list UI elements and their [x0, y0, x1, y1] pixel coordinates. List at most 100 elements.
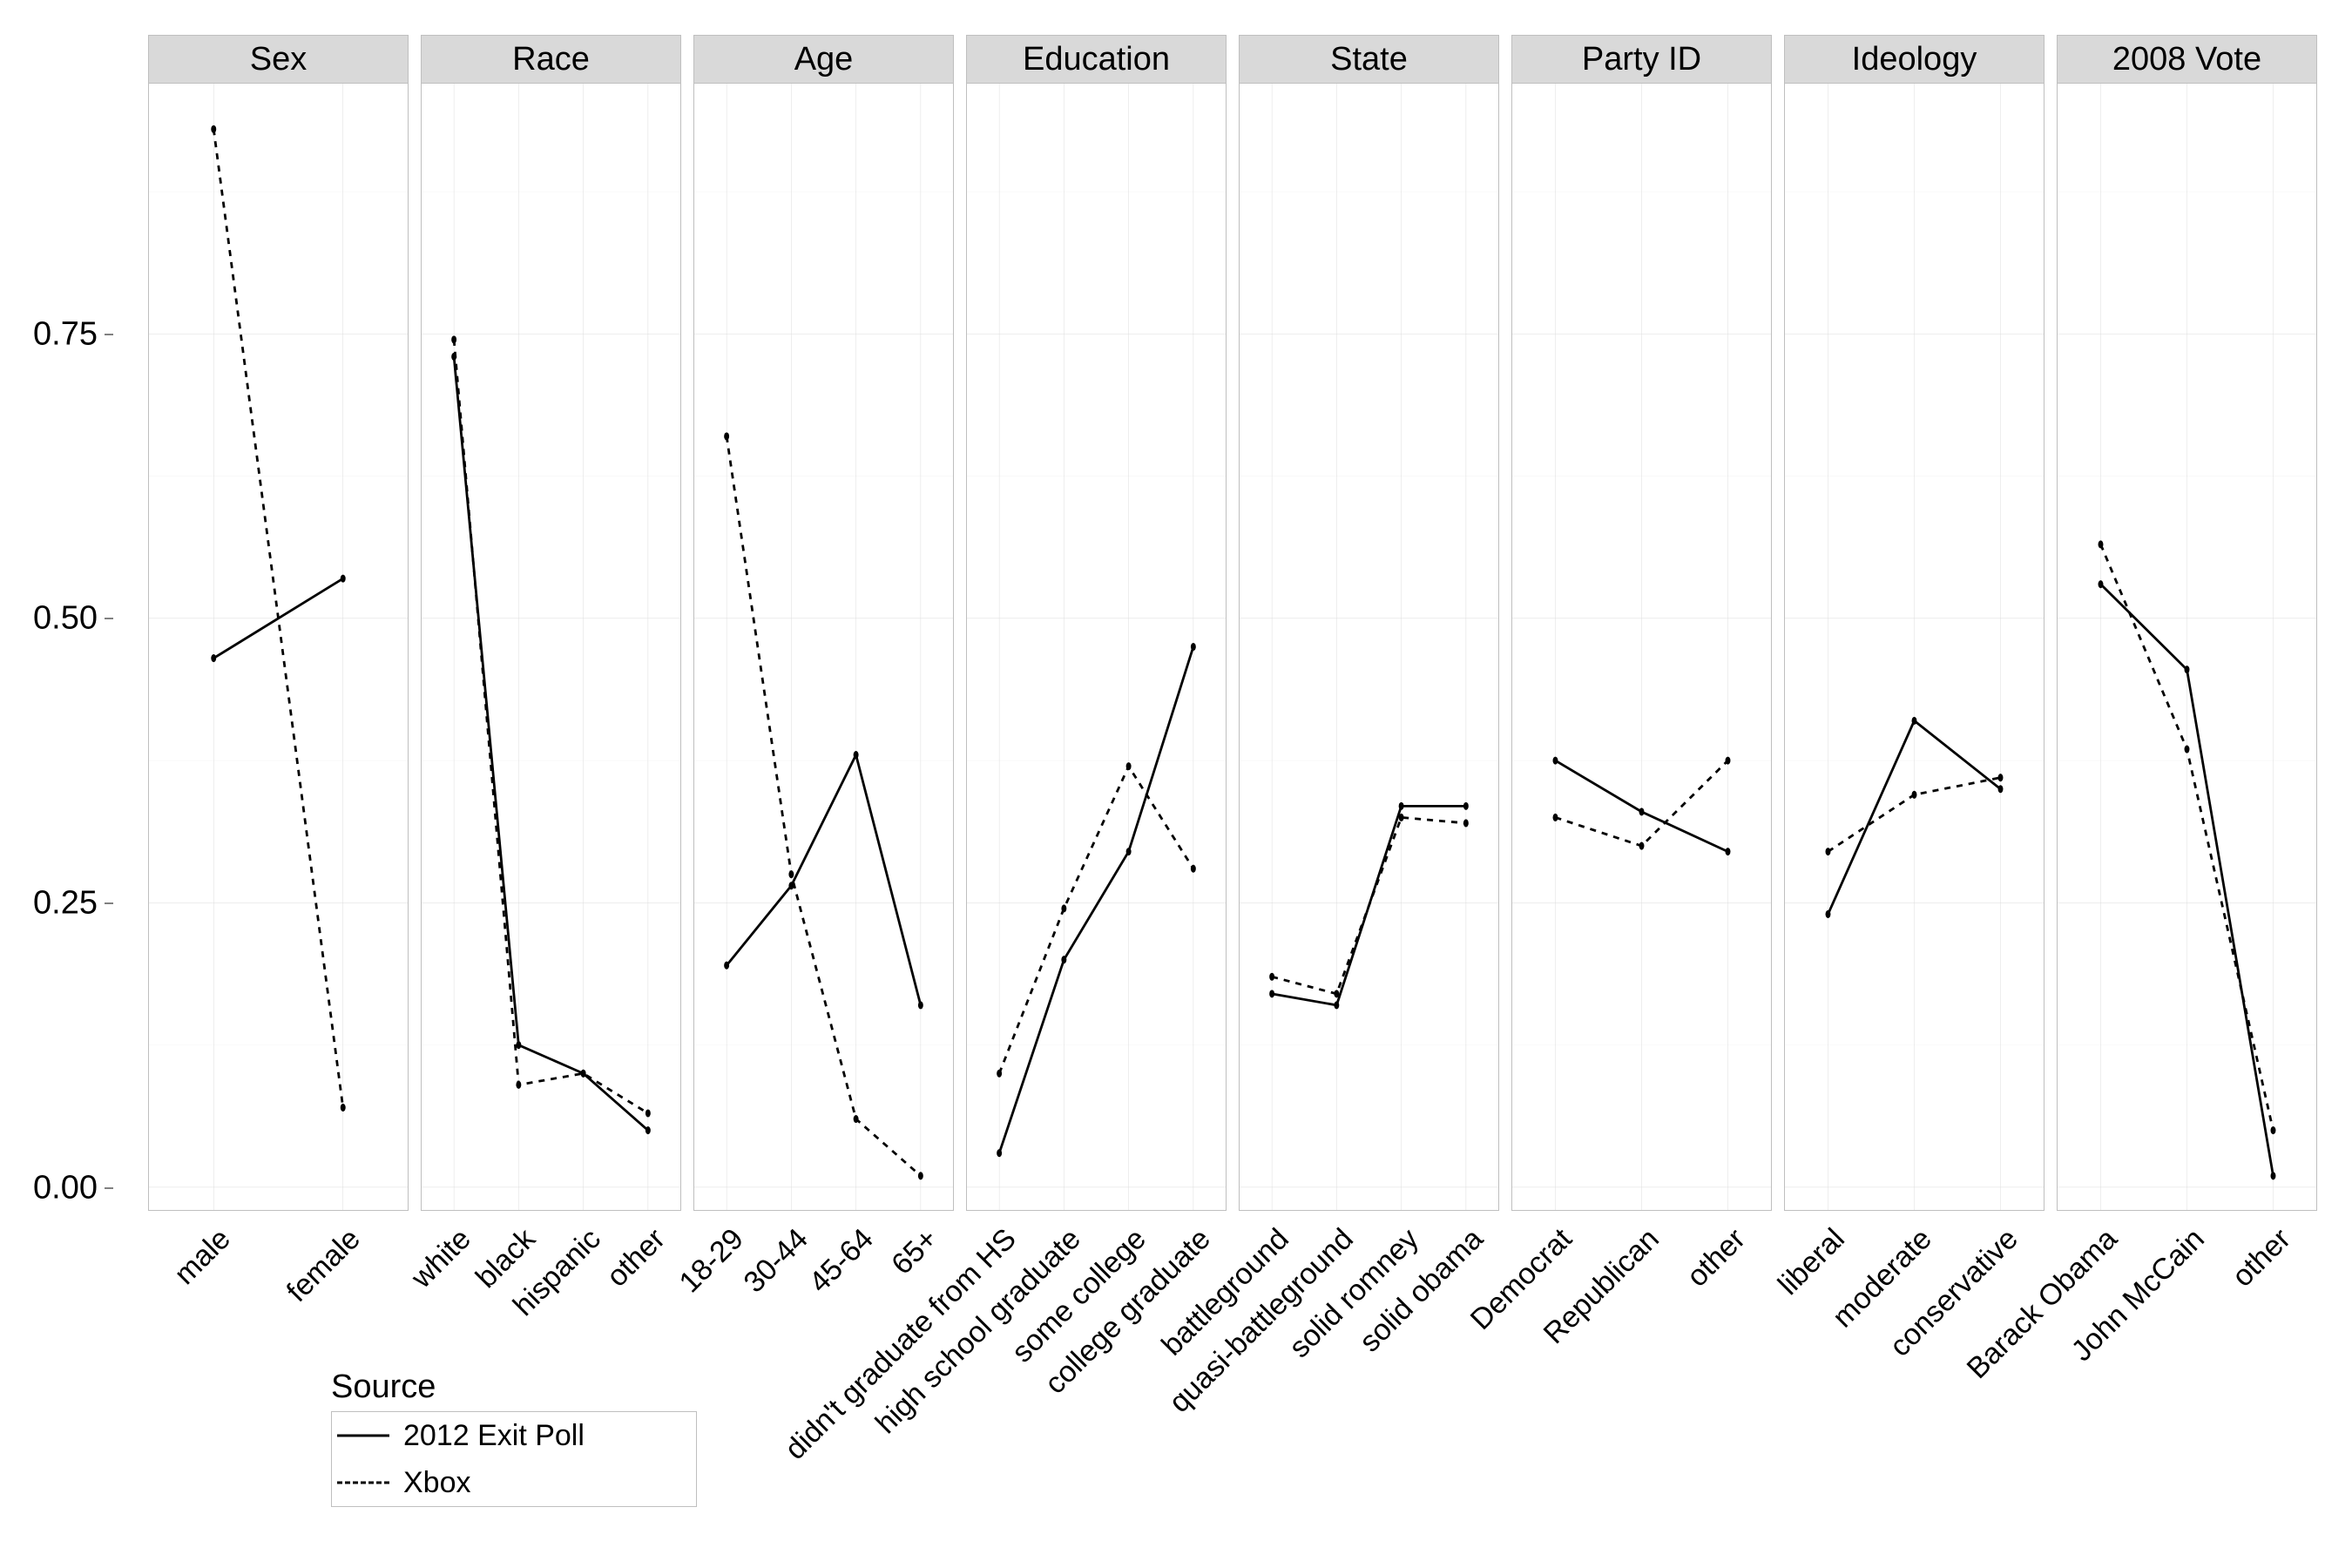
series-point	[1912, 791, 1917, 799]
y-tick-mark	[105, 902, 113, 904]
x-ticks: Barack ObamaJohn McCainother	[2058, 1210, 2316, 1506]
legend-swatch	[332, 1459, 395, 1506]
series-point	[645, 1109, 651, 1117]
series-point	[1553, 757, 1558, 765]
panel: Ideologyliberalmoderateconservative	[1784, 35, 2044, 1211]
series-point	[724, 432, 729, 440]
facet-strip: Age	[693, 35, 954, 84]
panel-plot	[1512, 84, 1771, 1210]
series-point	[1726, 757, 1731, 765]
series-point	[341, 1104, 346, 1112]
panel-plot	[422, 84, 680, 1210]
series-point	[788, 870, 794, 878]
x-tick-label: other	[1680, 1222, 1752, 1294]
series-point	[516, 1081, 521, 1089]
series-point	[211, 654, 216, 662]
series-point	[1639, 842, 1645, 850]
series-point	[581, 1070, 586, 1078]
series-point	[1399, 814, 1404, 821]
y-tick-mark	[105, 1187, 113, 1189]
series-point	[1191, 643, 1196, 651]
panel: Racewhiteblackhispanicother	[421, 35, 681, 1211]
facet-strip: Sex	[148, 35, 409, 84]
x-tick-label: other	[2226, 1222, 2297, 1294]
legend-title: Source	[331, 1369, 697, 1406]
legend: Source 2012 Exit Poll Xbox	[331, 1369, 697, 1507]
series-point	[1639, 808, 1645, 815]
panel-plot	[2058, 84, 2316, 1210]
series-point	[2271, 1172, 2276, 1179]
series-point	[997, 1070, 1002, 1078]
series-point	[2185, 666, 2190, 673]
panels-row: SexmalefemaleRacewhiteblackhispanicother…	[35, 35, 2317, 1211]
series-point	[1334, 1001, 1339, 1009]
series-point	[854, 751, 859, 759]
series-point	[2185, 746, 2190, 754]
y-axis: 0.00 0.25 0.50 0.75	[0, 35, 113, 1211]
panel: Age18-2930-4445-6465+	[693, 35, 954, 1211]
series-point	[2099, 580, 2104, 588]
series-point	[1463, 819, 1469, 827]
series-line-xbox	[727, 436, 921, 1176]
y-tick-label: 0.00	[33, 1169, 98, 1206]
series-point	[1061, 904, 1066, 912]
panel-plot	[149, 84, 408, 1210]
series-point	[1912, 717, 1917, 725]
series-point	[1191, 865, 1196, 873]
series-point	[451, 335, 456, 343]
series-line-exit	[999, 647, 1193, 1153]
panel-body: malefemale	[148, 84, 409, 1211]
facet-strip: Education	[966, 35, 1227, 84]
panel: Sexmalefemale	[148, 35, 409, 1211]
panel-body: 18-2930-4445-6465+	[693, 84, 954, 1211]
series-point	[1334, 990, 1339, 997]
legend-swatch	[332, 1412, 395, 1459]
series-point	[1061, 956, 1066, 963]
panel-plot	[967, 84, 1226, 1210]
legend-item: Xbox	[332, 1459, 696, 1506]
y-tick-label: 0.25	[33, 885, 98, 923]
x-tick-label: 45-64	[802, 1222, 880, 1300]
x-tick-label: male	[168, 1222, 238, 1292]
series-point	[918, 1001, 923, 1009]
series-point	[724, 962, 729, 970]
panel-body: Barack ObamaJohn McCainother	[2057, 84, 2317, 1211]
series-point	[1463, 802, 1469, 810]
series-point	[645, 1126, 651, 1134]
series-point	[211, 125, 216, 133]
legend-label: 2012 Exit Poll	[403, 1419, 585, 1453]
x-ticks: battlegroundquasi-battlegroundsolid romn…	[1240, 1210, 1498, 1506]
series-point	[1998, 785, 2004, 793]
panel: Statebattlegroundquasi-battlegroundsolid…	[1239, 35, 1499, 1211]
series-line-xbox	[999, 767, 1193, 1074]
panel-plot	[694, 84, 953, 1210]
x-tick-label: liberal	[1772, 1222, 1852, 1302]
series-point	[341, 575, 346, 583]
facet-strip: Ideology	[1784, 35, 2044, 84]
series-point	[1269, 990, 1274, 997]
y-tick-label: 0.75	[33, 315, 98, 353]
panel: Party IDDemocratRepublicanother	[1511, 35, 1772, 1211]
series-point	[1726, 848, 1731, 855]
panel-plot	[1240, 84, 1498, 1210]
series-line-xbox	[1272, 817, 1466, 993]
facet-strip: Party ID	[1511, 35, 1772, 84]
series-point	[1826, 848, 1831, 855]
y-tick-label: 0.50	[33, 600, 98, 638]
y-tick-mark	[105, 618, 113, 619]
series-point	[854, 1115, 859, 1123]
x-tick-label: 18-29	[673, 1222, 751, 1300]
series-line-exit	[454, 356, 648, 1130]
series-point	[997, 1149, 1002, 1157]
x-ticks: didn't graduate from HShigh school gradu…	[967, 1210, 1226, 1506]
panel-body: liberalmoderateconservative	[1784, 84, 2044, 1211]
legend-items: 2012 Exit Poll Xbox	[331, 1411, 697, 1507]
series-point	[1553, 814, 1558, 821]
series-line-xbox	[454, 340, 648, 1113]
panel: Educationdidn't graduate from HShigh sch…	[966, 35, 1227, 1211]
panel-body: didn't graduate from HShigh school gradu…	[966, 84, 1227, 1211]
y-tick-mark	[105, 334, 113, 335]
series-point	[1399, 802, 1404, 810]
x-tick-label: white	[405, 1222, 478, 1295]
x-ticks: DemocratRepublicanother	[1512, 1210, 1771, 1506]
